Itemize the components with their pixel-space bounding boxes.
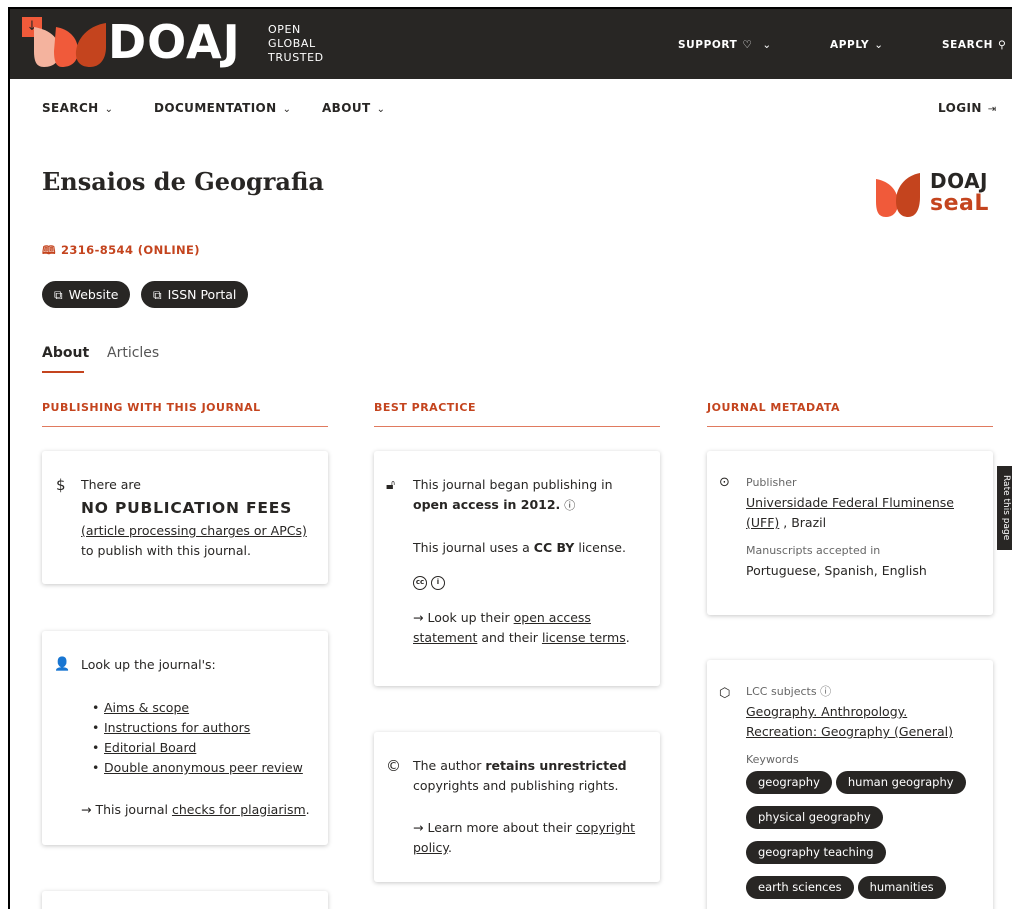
apc-link[interactable]: (article processing charges or APCs) bbox=[81, 523, 307, 538]
website-button[interactable]: ⧉ Website bbox=[42, 281, 131, 308]
help-icon[interactable]: ⓘ bbox=[564, 499, 575, 512]
copyright-icon: © bbox=[386, 757, 401, 775]
cc-icon: cc bbox=[413, 575, 427, 590]
best-practice-header: BEST PRACTICE bbox=[374, 401, 660, 427]
keyword-chip[interactable]: human geography bbox=[835, 771, 966, 794]
nav-apply[interactable]: APPLY ⌄ bbox=[830, 39, 884, 51]
publisher-value: Universidade Federal Fluminense (UFF) , … bbox=[746, 495, 954, 530]
login-icon: ⇥ bbox=[987, 104, 997, 115]
chevron-down-icon: ⌄ bbox=[874, 39, 884, 51]
fees-intro: There are bbox=[81, 477, 141, 492]
lookup-card: 👤 Look up the journal's: Aims & scope In… bbox=[42, 631, 328, 845]
keywords-list: geography human geography physical geogra… bbox=[746, 771, 986, 909]
publishing-header: PUBLISHING WITH THIS JOURNAL bbox=[42, 401, 328, 427]
issn-portal-button[interactable]: ⧉ ISSN Portal bbox=[141, 281, 249, 308]
cc-by-icons: cc i bbox=[413, 572, 649, 592]
lookup-list: Aims & scope Instructions for authors Ed… bbox=[92, 698, 321, 778]
open-access-card: 🔓︎ This journal began publishing in open… bbox=[374, 451, 660, 686]
oa-lookup-text: → Look up their open access statement an… bbox=[413, 610, 630, 645]
lookup-intro: Look up the journal's: bbox=[81, 657, 216, 672]
chevron-down-icon: ⌄ bbox=[376, 104, 386, 115]
copyright-card: © The author retains unrestricted copyrig… bbox=[374, 732, 660, 882]
keyword-chip[interactable]: physical geography bbox=[746, 806, 883, 829]
chevron-down-icon: ⌄ bbox=[282, 104, 292, 115]
page-frame: ↓ DOAJ OPEN GLOBAL TRUSTED SUPPORT ♡ ⌄ APP… bbox=[8, 7, 1012, 909]
lcc-label: LCC subjects ⓘ bbox=[746, 685, 832, 698]
lcc-value: Geography. Anthropology. Recreation: Geo… bbox=[746, 702, 982, 742]
keyword-chip[interactable]: geography teaching bbox=[746, 841, 886, 864]
publisher-link[interactable]: Universidade Federal Fluminense (UFF) bbox=[746, 495, 954, 530]
dollar-icon: $ bbox=[56, 476, 66, 494]
manuscripts-label: Manuscripts accepted in bbox=[746, 544, 881, 557]
rate-page-tab[interactable]: Rate this page bbox=[997, 466, 1012, 550]
keyword-chip[interactable]: earth sciences bbox=[746, 876, 854, 899]
by-icon: i bbox=[430, 575, 445, 590]
subnav-documentation[interactable]: DOCUMENTATION ⌄ bbox=[154, 101, 291, 115]
user-check-icon: 👤 bbox=[54, 657, 71, 672]
instructions-link[interactable]: Instructions for authors bbox=[104, 720, 250, 735]
tab-articles[interactable]: Articles bbox=[107, 345, 159, 361]
tab-about[interactable]: About bbox=[42, 345, 89, 361]
issn-line: 🕮 2316-8544 (ONLINE) bbox=[42, 243, 200, 257]
license-text: This journal uses a CC BY license. bbox=[413, 540, 626, 555]
seal-seal-text: seaL bbox=[930, 191, 989, 216]
login-link[interactable]: LOGIN ⇥ bbox=[938, 101, 997, 115]
seal-doaj-text: DOAJ bbox=[930, 169, 988, 193]
metadata-header: JOURNAL METADATA bbox=[707, 401, 993, 427]
search-icon: ⚲ bbox=[998, 39, 1007, 51]
peer-review-link[interactable]: Double anonymous peer review bbox=[104, 760, 303, 775]
publisher-card: ⊙ Publisher Universidade Federal Flumine… bbox=[707, 451, 993, 615]
top-bar: ↓ DOAJ OPEN GLOBAL TRUSTED SUPPORT ♡ ⌄ APP… bbox=[10, 9, 1012, 79]
subnav-about[interactable]: ABOUT ⌄ bbox=[322, 101, 385, 115]
oa-start-text: This journal began publishing in open ac… bbox=[413, 477, 613, 512]
subnav-search[interactable]: SEARCH ⌄ bbox=[42, 101, 113, 115]
languages-value: Portuguese, Spanish, English bbox=[746, 563, 927, 578]
keyword-chip[interactable]: humanities bbox=[857, 876, 946, 899]
external-link-icon: ⧉ bbox=[153, 288, 162, 302]
logo-wordmark[interactable]: DOAJ bbox=[108, 15, 241, 69]
keyword-chip[interactable]: geography bbox=[746, 771, 832, 794]
fees-card: $ There are NO PUBLICATION FEES (article… bbox=[42, 451, 328, 584]
active-tab-underline bbox=[42, 371, 84, 373]
subjects-card: ⬡ LCC subjects ⓘ Geography. Anthropology… bbox=[707, 660, 993, 909]
unlock-icon: 🔓︎ bbox=[386, 477, 396, 493]
fees-headline: NO PUBLICATION FEES bbox=[81, 499, 293, 517]
heart-icon: ♡ bbox=[742, 39, 753, 51]
doaj-logo-icon[interactable] bbox=[32, 21, 108, 69]
copyright-learn-more: → Learn more about their copyright polic… bbox=[413, 820, 636, 855]
keywords-label: Keywords bbox=[746, 753, 799, 766]
seal-icon bbox=[876, 173, 920, 217]
lcc-link[interactable]: Geography. Anthropology. Recreation: Geo… bbox=[746, 704, 953, 739]
next-card bbox=[42, 891, 328, 909]
tag-icon: ⬡ bbox=[719, 686, 731, 701]
fees-tail: to publish with this journal. bbox=[81, 543, 251, 558]
license-terms-link[interactable]: license terms bbox=[542, 630, 626, 645]
logo-tagline: OPEN GLOBAL TRUSTED bbox=[268, 23, 324, 64]
map-pin-icon: ⊙ bbox=[719, 475, 730, 490]
journal-title: Ensaios de Geografia bbox=[42, 167, 324, 196]
external-link-icon: ⧉ bbox=[54, 288, 63, 302]
plagiarism-line: → This journal checks for plagiarism. bbox=[81, 802, 310, 817]
publisher-label: Publisher bbox=[746, 476, 797, 489]
chevron-down-icon: ⌄ bbox=[104, 104, 114, 115]
copyright-text: The author retains unrestricted copyright… bbox=[413, 758, 627, 793]
doaj-seal: DOAJ seaL bbox=[874, 169, 999, 219]
help-icon[interactable]: ⓘ bbox=[820, 685, 831, 698]
chevron-down-icon: ⌄ bbox=[762, 39, 772, 51]
aims-scope-link[interactable]: Aims & scope bbox=[104, 700, 189, 715]
book-icon: 🕮 bbox=[42, 243, 56, 257]
plagiarism-link[interactable]: checks for plagiarism bbox=[172, 802, 306, 817]
editorial-board-link[interactable]: Editorial Board bbox=[104, 740, 196, 755]
nav-search[interactable]: SEARCH ⚲ bbox=[942, 39, 1006, 51]
nav-support[interactable]: SUPPORT ♡ ⌄ bbox=[678, 39, 772, 51]
